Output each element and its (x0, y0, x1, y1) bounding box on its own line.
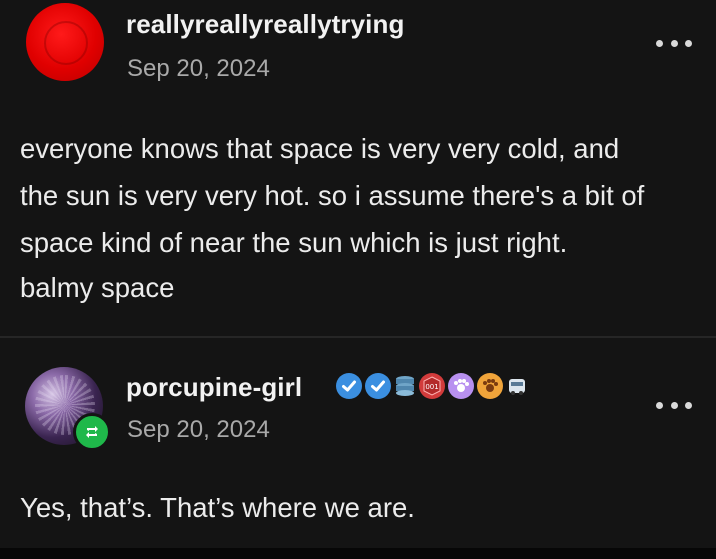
post-body-line: space kind of near the sun which is just… (20, 227, 568, 258)
verified-check-icon[interactable] (365, 373, 391, 399)
bottom-edge (0, 548, 716, 559)
more-horizontal-icon[interactable] (656, 38, 692, 48)
badge-row: 001 (336, 371, 528, 401)
purple-paw-icon[interactable] (448, 373, 474, 399)
username[interactable]: porcupine-girl (126, 372, 302, 403)
post-1: reallyreallyreallytrying Sep 20, 2024 ev… (0, 0, 716, 336)
post-date[interactable]: Sep 20, 2024 (127, 55, 270, 83)
post-body-line: the sun is very very hot. so i assume th… (20, 180, 645, 211)
post-body-line: everyone knows that space is very very c… (20, 133, 620, 164)
stacked-coins-icon[interactable] (394, 373, 416, 399)
orange-paw-icon[interactable] (477, 373, 503, 399)
username[interactable]: reallyreallyreallytrying (126, 9, 404, 40)
more-horizontal-icon[interactable] (656, 400, 692, 410)
verified-check-icon[interactable] (336, 373, 362, 399)
post-body-line: balmy space (20, 272, 175, 303)
post-date[interactable]: Sep 20, 2024 (127, 416, 270, 444)
post-body-line: Yes, that’s. That’s where we are. (20, 492, 415, 523)
badge-number: 001 (425, 383, 438, 391)
reblog-icon (73, 413, 111, 451)
post-2: porcupine-girl 001 Sep 20, 2024 Yes, tha… (0, 338, 716, 548)
avatar[interactable] (26, 3, 104, 81)
avatar-pattern (44, 21, 88, 65)
number-badge-icon[interactable]: 001 (419, 373, 445, 399)
bus-icon[interactable] (506, 373, 528, 399)
